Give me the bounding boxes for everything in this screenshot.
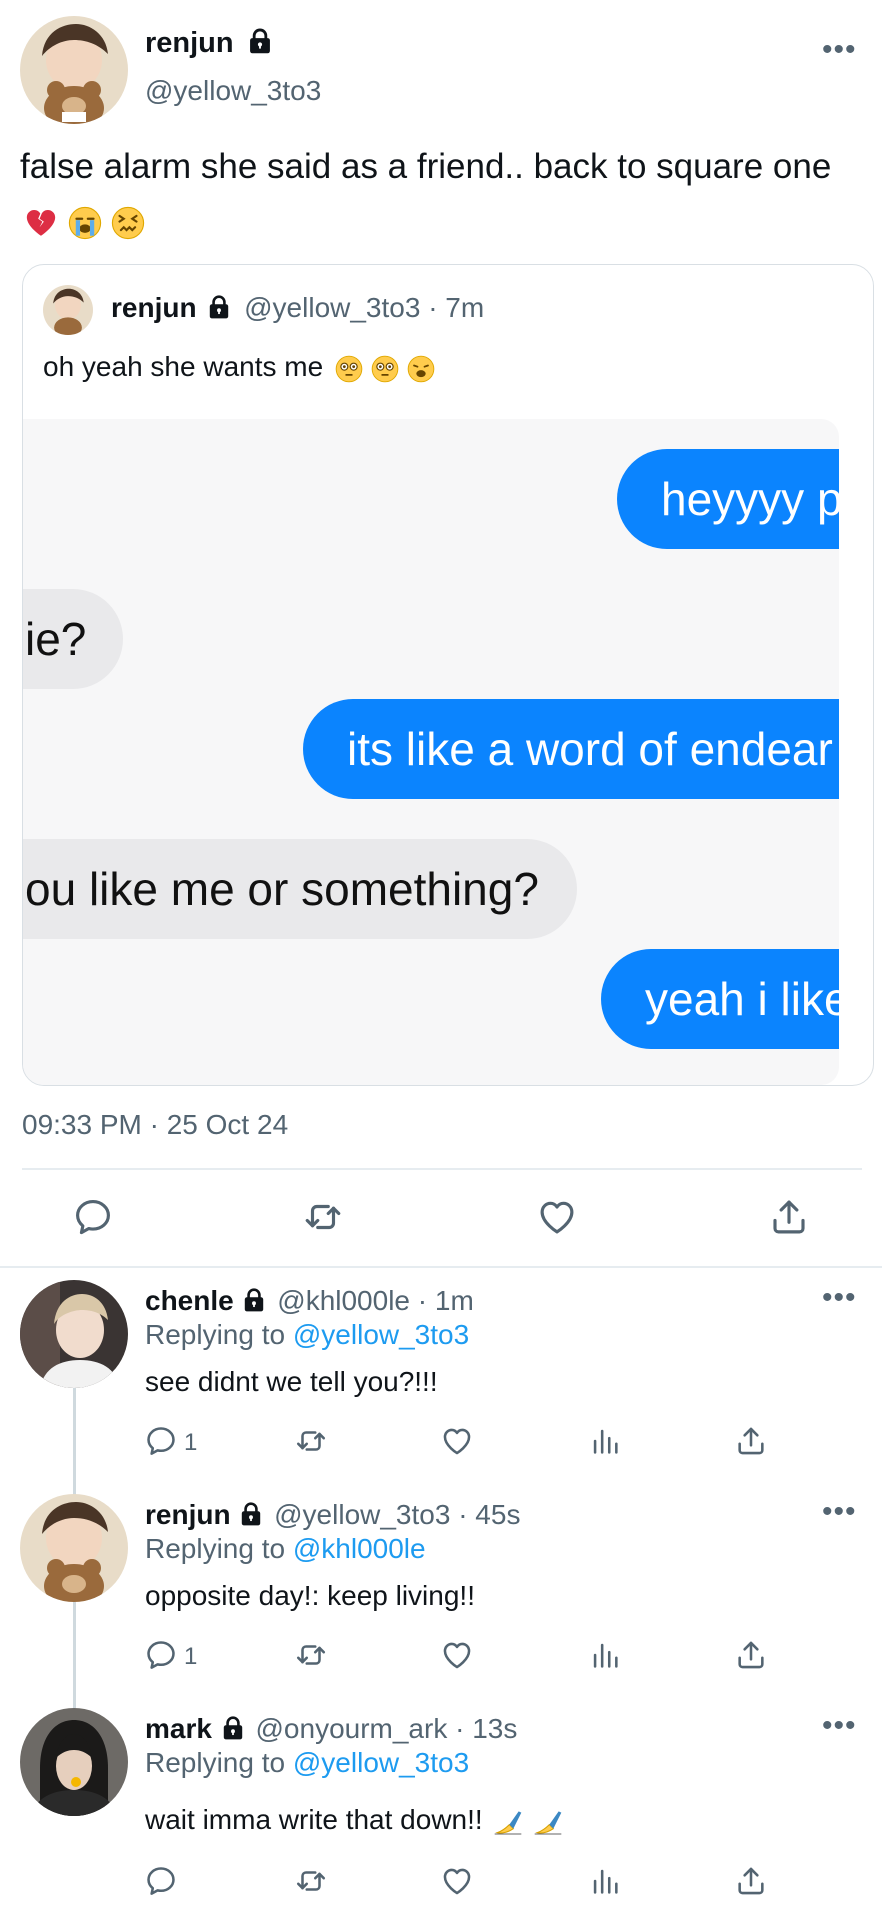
avatar[interactable] [20,16,128,124]
thread-line [73,1602,76,1710]
quoted-handle-time: @yellow_3to3 · 7m [244,292,485,323]
share-icon[interactable] [734,1638,768,1672]
confounded-emoji [111,206,145,240]
divider [0,1266,882,1268]
avatar[interactable] [20,1280,128,1388]
reply-icon[interactable] [144,1638,178,1672]
share-icon[interactable] [768,1196,810,1238]
chat-bubble: ou like me or something? [23,839,577,939]
writing-hand-emoji [534,1810,562,1835]
avatar[interactable] [20,1708,128,1816]
analytics-icon[interactable] [588,1638,622,1672]
flushed-emoji [335,355,363,383]
replying-prefix: Replying to [145,1319,286,1350]
like-icon[interactable] [440,1864,474,1898]
share-icon[interactable] [734,1424,768,1458]
broken-heart-emoji [26,209,56,236]
avatar[interactable] [20,1494,128,1602]
thread-line [73,1388,76,1498]
writing-hand-emoji [495,1810,522,1835]
replying-to: Replying to @khl000le [145,1532,426,1566]
divider [22,1168,862,1170]
like-icon[interactable] [440,1424,474,1458]
tweet-timestamp: 09:33 PM · 25 Oct 24 [22,1109,289,1140]
analytics-icon[interactable] [588,1864,622,1898]
author-name[interactable]: renjun [145,27,234,59]
reply-author-name[interactable]: chenle [145,1285,234,1316]
replying-to-link[interactable]: @yellow_3to3 [293,1747,469,1778]
chat-screenshot-image[interactable]: heyyyy p ie? its like a word of endear o… [23,419,839,1085]
reply-text: opposite day!: keep living!! [145,1580,475,1611]
reply-text: wait imma write that down!! [145,1804,483,1835]
like-icon[interactable] [440,1638,474,1672]
tweet-text: false alarm she said as a friend.. back … [20,140,865,248]
reply-handle-time[interactable]: @onyourm_ark · 13s [256,1713,518,1744]
quoted-author-name: renjun [111,292,197,323]
replying-to-link[interactable]: @yellow_3to3 [293,1319,469,1350]
reply-handle-time[interactable]: @yellow_3to3 · 45s [274,1499,520,1530]
reply-icon[interactable] [144,1424,178,1458]
chat-bubble: its like a word of endear [303,699,839,799]
chat-bubble: yeah i like [601,949,839,1049]
quoted-text: oh yeah she wants me [43,351,324,382]
reply-count: 1 [184,1643,198,1670]
reply-header: mark @onyourm_ark · 13s [145,1712,517,1746]
quoted-author-row: renjun @yellow_3to3 · 7m [111,291,484,325]
chat-bubble: ie? [23,589,123,689]
lock-icon [246,27,274,55]
quoted-tweet[interactable]: renjun @yellow_3to3 · 7m oh yeah she wan… [22,264,874,1086]
author-handle[interactable]: @yellow_3to3 [145,74,321,108]
retweet-icon[interactable] [294,1638,328,1672]
retweet-icon[interactable] [294,1864,328,1898]
lock-icon [241,1287,267,1313]
lock-icon [238,1501,264,1527]
reply-icon[interactable] [144,1864,178,1898]
more-options-icon[interactable]: ••• [822,1497,857,1527]
weary-emoji [407,355,435,383]
more-options-icon[interactable]: ••• [822,35,857,65]
reply-text-row: wait imma write that down!! [145,1802,564,1838]
replying-prefix: Replying to [145,1533,286,1564]
replying-to-link[interactable]: @khl000le [293,1533,426,1564]
reply-count: 1 [184,1429,198,1456]
like-icon[interactable] [536,1196,578,1238]
avatar [43,285,93,335]
analytics-icon[interactable] [588,1424,622,1458]
lock-icon [220,1715,246,1741]
reply-text: see didnt we tell you?!!! [145,1366,438,1397]
share-icon[interactable] [734,1864,768,1898]
replying-prefix: Replying to [145,1747,286,1778]
retweet-icon[interactable] [294,1424,328,1458]
lock-icon [206,294,232,320]
reply-icon[interactable] [72,1196,114,1238]
tweet-body: false alarm she said as a friend.. back … [20,147,832,186]
quoted-text-row: oh yeah she wants me [43,349,435,385]
flushed-emoji [371,355,399,383]
replying-to: Replying to @yellow_3to3 [145,1318,469,1352]
author-row: renjun [145,26,274,60]
reply-header: chenle @khl000le · 1m [145,1284,474,1318]
retweet-icon[interactable] [302,1196,344,1238]
more-options-icon[interactable]: ••• [822,1283,857,1313]
reply-author-name[interactable]: renjun [145,1499,231,1530]
more-options-icon[interactable]: ••• [822,1711,857,1741]
chat-bubble: heyyyy p [617,449,839,549]
reply-author-name[interactable]: mark [145,1713,212,1744]
replying-to: Replying to @yellow_3to3 [145,1746,469,1780]
reply-handle-time[interactable]: @khl000le · 1m [277,1285,474,1316]
loudly-crying-emoji [68,206,102,240]
reply-header: renjun @yellow_3to3 · 45s [145,1498,520,1532]
